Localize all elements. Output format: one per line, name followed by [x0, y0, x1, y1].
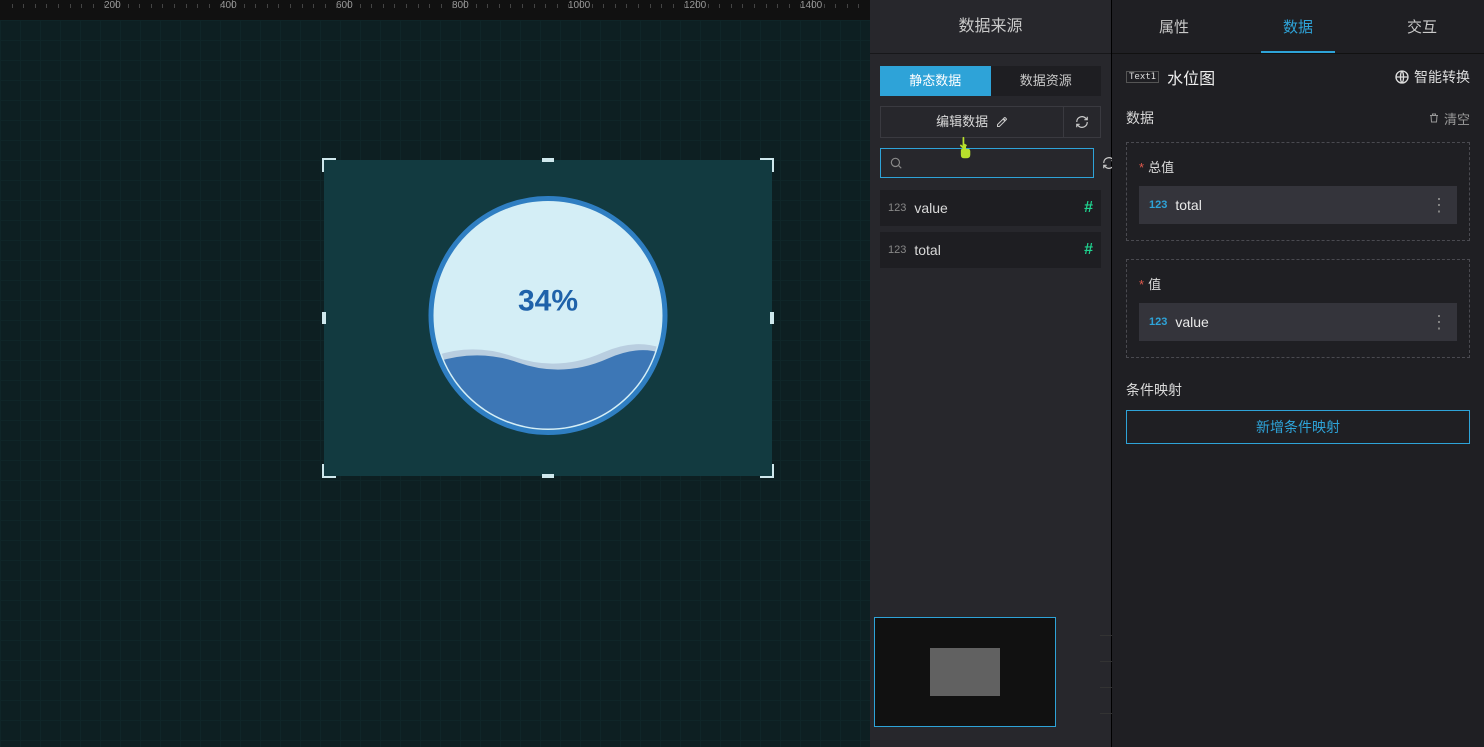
refresh-button[interactable] — [1064, 107, 1100, 137]
selection-handle[interactable] — [542, 158, 554, 162]
condition-mapping-title: 条件映射 — [1112, 376, 1484, 410]
globe-icon — [1394, 69, 1410, 85]
bound-field-chip[interactable]: 123 value⋮ — [1139, 303, 1457, 341]
widget-title: 水位图 — [1167, 65, 1394, 89]
selection-handle[interactable] — [760, 158, 774, 172]
bound-field-chip[interactable]: 123 total⋮ — [1139, 186, 1457, 224]
selection-handle[interactable] — [770, 312, 774, 324]
edit-data-label: 编辑数据 — [936, 114, 988, 129]
tab-data[interactable]: 数据 — [1236, 0, 1360, 53]
data-section-title: 数据 — [1126, 108, 1428, 128]
field-type-badge: 123 — [1149, 316, 1167, 328]
field-name: value — [1175, 314, 1430, 330]
field-name: total — [914, 242, 1084, 258]
tab-data-resource[interactable]: 数据资源 — [991, 66, 1102, 96]
field-name: total — [1175, 197, 1430, 213]
field-name: value — [914, 200, 1084, 216]
pencil-icon — [996, 109, 1008, 139]
field-search-input[interactable] — [909, 156, 1085, 171]
add-condition-mapping-button[interactable]: 新增条件映射 — [1126, 410, 1470, 444]
tab-static-data[interactable]: 静态数据 — [880, 66, 991, 96]
selected-widget[interactable]: 34% — [324, 160, 772, 476]
data-source-mode-segment: 静态数据 数据资源 — [880, 66, 1101, 96]
clear-button[interactable]: 清空 — [1428, 109, 1470, 128]
field-list: 123value#123total# — [880, 190, 1101, 268]
smart-convert-button[interactable]: 智能转换 — [1394, 67, 1470, 87]
chip-menu-icon[interactable]: ⋮ — [1430, 317, 1447, 327]
selection-handle[interactable] — [760, 464, 774, 478]
field-item[interactable]: 123 total# — [880, 232, 1101, 268]
hash-icon: # — [1084, 241, 1093, 259]
thumbnail-preview — [930, 648, 1000, 696]
drop-zone-label: *值 — [1139, 274, 1457, 293]
liquid-fill-chart: 34% — [423, 191, 673, 446]
selection-handle[interactable] — [322, 158, 336, 172]
edit-data-button[interactable]: 编辑数据 — [881, 107, 1064, 137]
field-type-badge: 123 — [1149, 199, 1167, 211]
widget-type-badge: Text1 — [1126, 71, 1159, 83]
tab-interaction[interactable]: 交互 — [1360, 0, 1484, 53]
chart-percent-label: 34% — [423, 285, 673, 319]
field-type-badge: 123 — [888, 202, 906, 214]
trash-icon — [1428, 112, 1440, 124]
frame-thumbnail[interactable] — [874, 617, 1056, 727]
field-drop-zone[interactable]: *值 123 value⋮ — [1126, 259, 1470, 358]
clear-label: 清空 — [1444, 109, 1470, 128]
tab-attributes[interactable]: 属性 — [1112, 0, 1236, 53]
selection-handle[interactable] — [322, 464, 336, 478]
design-canvas[interactable]: 34% — [0, 20, 870, 747]
selection-handle[interactable] — [322, 312, 326, 324]
refresh-icon — [1075, 115, 1089, 129]
field-search-input-wrap — [880, 148, 1094, 178]
properties-panel: 属性 数据 交互 Text1 水位图 智能转换 数据 清空 *总值 123 tota… — [1112, 0, 1484, 747]
selection-handle[interactable] — [542, 474, 554, 478]
drop-zone-label: *总值 — [1139, 157, 1457, 176]
field-drop-zone[interactable]: *总值 123 total⋮ — [1126, 142, 1470, 241]
field-item[interactable]: 123 value# — [880, 190, 1101, 226]
search-icon — [889, 156, 903, 170]
property-tabs: 属性 数据 交互 — [1112, 0, 1484, 54]
hash-icon: # — [1084, 199, 1093, 217]
chip-menu-icon[interactable]: ⋮ — [1430, 200, 1447, 210]
smart-convert-label: 智能转换 — [1414, 67, 1470, 87]
data-source-title: 数据来源 — [870, 0, 1111, 54]
horizontal-ruler: 200400600800100012001400 — [0, 0, 870, 20]
field-type-badge: 123 — [888, 244, 906, 256]
